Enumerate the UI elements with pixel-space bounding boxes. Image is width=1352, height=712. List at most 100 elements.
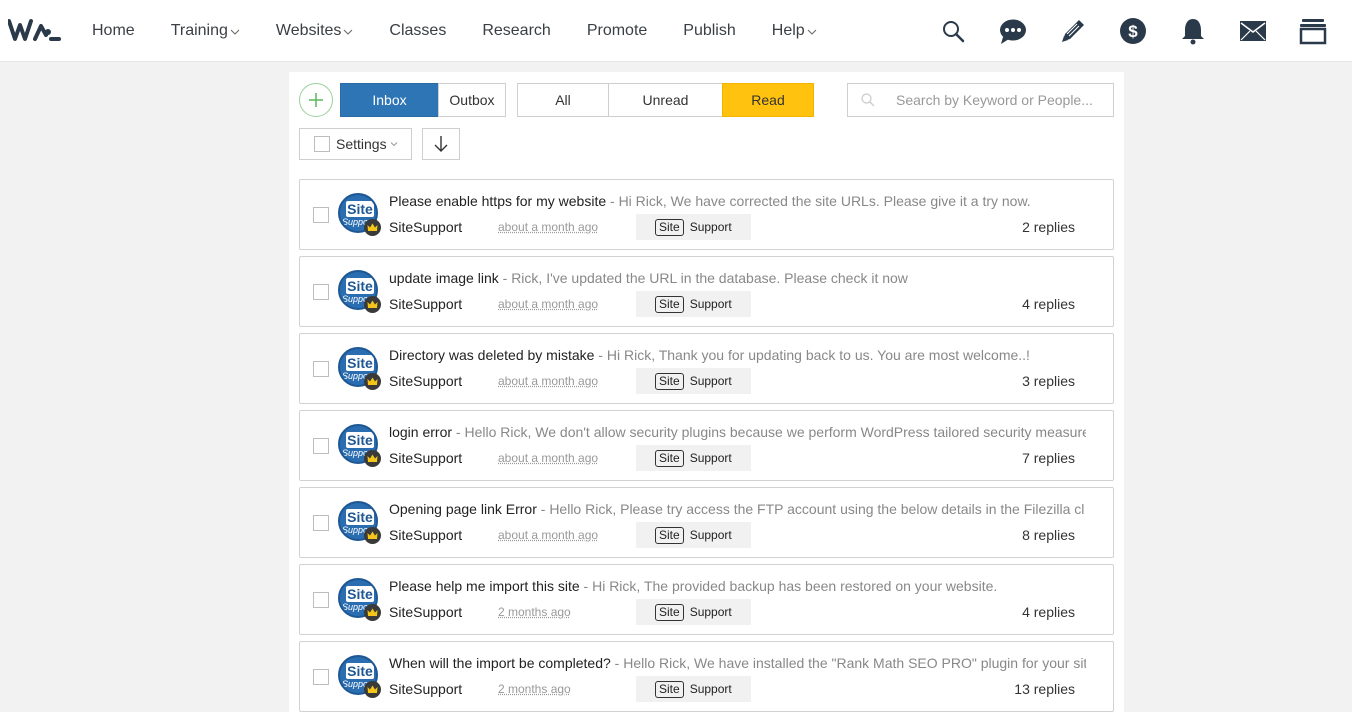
nav-training[interactable]: Training bbox=[171, 22, 240, 40]
nav-label: Research bbox=[482, 22, 551, 39]
category-tag: Site Support bbox=[636, 368, 751, 394]
message-sender[interactable]: SiteSupport bbox=[389, 681, 462, 697]
message-subject[interactable]: Please help me import this site bbox=[389, 578, 580, 594]
plus-icon bbox=[309, 93, 323, 107]
category-tag: Site Support bbox=[636, 676, 751, 702]
message-sender[interactable]: SiteSupport bbox=[389, 604, 462, 620]
avatar-text-site: Site bbox=[346, 201, 374, 217]
avatar: Site Support bbox=[338, 347, 381, 390]
category-tag: Site Support bbox=[636, 445, 751, 471]
message-checkbox[interactable] bbox=[313, 284, 329, 300]
chat-icon[interactable] bbox=[998, 16, 1028, 46]
message-preview: - Hello Rick, We have installed the "Ran… bbox=[610, 655, 1086, 671]
category-tag: Site Support bbox=[636, 214, 751, 240]
tag-label: Support bbox=[689, 297, 732, 311]
avatar: Site Support bbox=[338, 655, 381, 698]
crown-icon bbox=[364, 527, 381, 544]
message-time: about a month ago bbox=[498, 374, 599, 388]
dollar-icon[interactable]: $ bbox=[1118, 16, 1148, 46]
nav-label: Websites bbox=[275, 22, 342, 39]
message-row[interactable]: Site Support update image link - Rick, I… bbox=[299, 256, 1114, 327]
reply-count: 4 replies bbox=[1022, 604, 1075, 620]
mailbox-tabs: Inbox Outbox bbox=[340, 83, 506, 117]
message-row[interactable]: Site Support Please help me import this … bbox=[299, 564, 1114, 635]
nav-classes[interactable]: Classes bbox=[389, 22, 446, 40]
tab-read[interactable]: Read bbox=[722, 83, 814, 117]
reply-count: 13 replies bbox=[1014, 681, 1075, 697]
search-icon[interactable] bbox=[938, 16, 968, 46]
nav-websites[interactable]: Websites bbox=[276, 22, 354, 40]
message-checkbox[interactable] bbox=[313, 207, 329, 223]
message-row[interactable]: Site Support Opening page link Error - H… bbox=[299, 487, 1114, 558]
tag-label: Support bbox=[689, 220, 732, 234]
tab-all[interactable]: All bbox=[517, 83, 609, 117]
message-subject[interactable]: login error bbox=[389, 424, 452, 440]
settings-dropdown[interactable]: Settings bbox=[299, 128, 412, 160]
message-subject[interactable]: When will the import be completed? bbox=[389, 655, 611, 671]
pencil-icon[interactable] bbox=[1058, 16, 1088, 46]
nav-help[interactable]: Help bbox=[772, 22, 817, 40]
search-input[interactable] bbox=[896, 92, 1106, 108]
nav-label: Training bbox=[170, 22, 228, 39]
crown-icon bbox=[364, 219, 381, 236]
tag-site-badge: Site bbox=[655, 680, 684, 698]
mail-icon[interactable] bbox=[1238, 16, 1268, 46]
message-time: about a month ago bbox=[498, 451, 599, 465]
select-all-checkbox[interactable] bbox=[314, 136, 330, 152]
tag-label: Support bbox=[689, 374, 732, 388]
tab-inbox[interactable]: Inbox bbox=[340, 83, 439, 117]
avatar: Site Support bbox=[338, 578, 381, 621]
reply-count: 2 replies bbox=[1022, 219, 1075, 235]
message-sender[interactable]: SiteSupport bbox=[389, 450, 462, 466]
message-sender[interactable]: SiteSupport bbox=[389, 219, 462, 235]
message-checkbox[interactable] bbox=[313, 438, 329, 454]
message-checkbox[interactable] bbox=[313, 515, 329, 531]
nav-home[interactable]: Home bbox=[92, 22, 135, 40]
tray-icon[interactable] bbox=[1298, 16, 1328, 46]
sort-button[interactable] bbox=[422, 128, 460, 160]
nav-research[interactable]: Research bbox=[482, 22, 550, 40]
message-checkbox[interactable] bbox=[313, 592, 329, 608]
bell-icon[interactable] bbox=[1178, 16, 1208, 46]
tag-label: Support bbox=[689, 605, 732, 619]
nav-publish[interactable]: Publish bbox=[683, 22, 735, 40]
crown-icon bbox=[364, 373, 381, 390]
avatar: Site Support bbox=[338, 193, 381, 236]
message-summary: Please enable https for my website - Hi … bbox=[389, 193, 1086, 209]
avatar-text-site: Site bbox=[346, 663, 374, 679]
tab-outbox[interactable]: Outbox bbox=[438, 83, 506, 117]
nav-label: Classes bbox=[389, 22, 447, 39]
message-checkbox[interactable] bbox=[313, 361, 329, 377]
avatar-text-site: Site bbox=[346, 509, 374, 525]
message-subject[interactable]: Please enable https for my website bbox=[389, 193, 606, 209]
message-checkbox[interactable] bbox=[313, 669, 329, 685]
reply-count: 8 replies bbox=[1022, 527, 1075, 543]
message-sender[interactable]: SiteSupport bbox=[389, 373, 462, 389]
message-subject[interactable]: update image link bbox=[389, 270, 499, 286]
nav-promote[interactable]: Promote bbox=[587, 22, 647, 40]
message-preview: - Rick, I've updated the URL in the data… bbox=[498, 270, 908, 286]
message-row[interactable]: Site Support When will the import be com… bbox=[299, 641, 1114, 712]
reply-count: 4 replies bbox=[1022, 296, 1075, 312]
category-tag: Site Support bbox=[636, 522, 751, 548]
chevron-down-icon bbox=[344, 29, 353, 35]
crown-icon bbox=[364, 604, 381, 621]
chevron-down-icon bbox=[807, 29, 817, 35]
message-sender[interactable]: SiteSupport bbox=[389, 527, 462, 543]
message-time: 2 months ago bbox=[498, 682, 571, 696]
tag-site-badge: Site bbox=[655, 526, 684, 544]
message-row[interactable]: Site Support Please enable https for my … bbox=[299, 179, 1114, 250]
message-preview: - Hi Rick, The provided backup has been … bbox=[579, 578, 998, 594]
compose-button[interactable] bbox=[299, 83, 333, 117]
nav-label: Promote bbox=[586, 22, 648, 39]
avatar: Site Support bbox=[338, 270, 381, 313]
reply-count: 7 replies bbox=[1022, 450, 1075, 466]
message-row[interactable]: Site Support login error - Hello Rick, W… bbox=[299, 410, 1114, 481]
message-subject[interactable]: Opening page link Error bbox=[389, 501, 537, 517]
search-box bbox=[847, 83, 1114, 117]
message-row[interactable]: Site Support Directory was deleted by mi… bbox=[299, 333, 1114, 404]
wealthy-affiliate-logo[interactable] bbox=[8, 17, 62, 43]
message-subject[interactable]: Directory was deleted by mistake bbox=[389, 347, 594, 363]
tab-unread[interactable]: Unread bbox=[608, 83, 723, 117]
message-sender[interactable]: SiteSupport bbox=[389, 296, 462, 312]
